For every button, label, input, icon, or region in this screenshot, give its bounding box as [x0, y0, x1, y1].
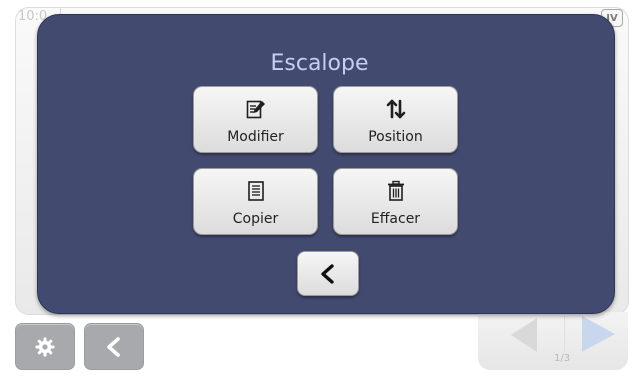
copy-label: Copier — [232, 211, 279, 227]
close-dialog-button[interactable] — [297, 251, 359, 296]
delete-button[interactable]: Effacer — [333, 168, 458, 235]
previous-page-icon[interactable] — [511, 318, 537, 352]
page-indicator: 1/3 — [554, 353, 571, 364]
swap-vertical-icon — [386, 99, 405, 119]
trash-icon — [387, 180, 404, 201]
dialog-title: Escalope — [270, 51, 369, 76]
edit-icon — [246, 100, 265, 119]
modify-label: Modifier — [227, 129, 284, 145]
modify-button[interactable]: Modifier — [193, 86, 318, 153]
position-label: Position — [368, 129, 423, 145]
delete-label: Effacer — [370, 211, 421, 227]
position-button[interactable]: Position — [333, 86, 458, 153]
page-nav-divider — [564, 316, 565, 354]
next-page-icon[interactable] — [582, 316, 615, 352]
copy-button[interactable]: Copier — [193, 168, 318, 235]
gear-icon — [35, 337, 55, 356]
chevron-left-icon — [107, 336, 120, 357]
chevron-left-icon — [321, 263, 334, 284]
document-icon — [247, 181, 264, 201]
back-button[interactable] — [84, 323, 144, 370]
settings-button[interactable] — [15, 323, 75, 370]
